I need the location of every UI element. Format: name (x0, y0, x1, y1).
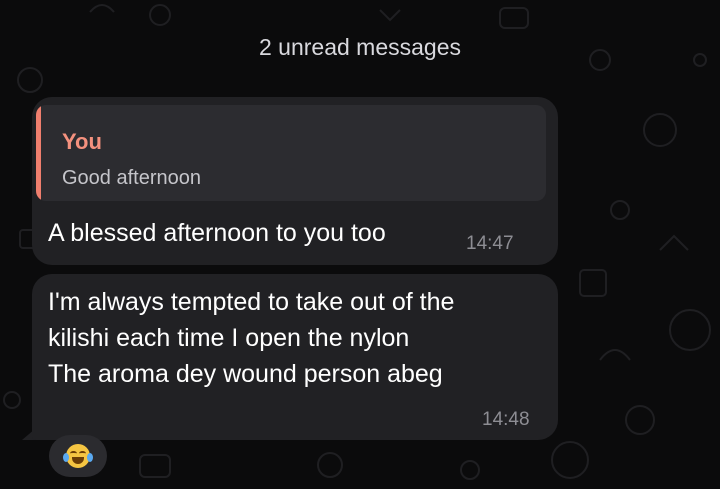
quoted-reply[interactable]: You Good afternoon (36, 105, 546, 201)
face-with-tears-of-joy-icon (63, 444, 93, 468)
quote-accent-bar (36, 105, 41, 201)
message-timestamp: 14:48 (482, 409, 530, 430)
quoted-text: Good afternoon (62, 167, 201, 189)
incoming-message-bubble[interactable]: I'm always tempted to take out of the ki… (32, 274, 558, 440)
message-reaction[interactable] (49, 435, 107, 477)
incoming-message-bubble[interactable]: You Good afternoon A blessed afternoon t… (32, 97, 558, 265)
message-text: A blessed afternoon to you too (48, 219, 386, 247)
quoted-author: You (62, 129, 102, 154)
unread-messages-divider: 2 unread messages (258, 34, 461, 60)
message-text: I'm always tempted to take out of the ki… (48, 288, 455, 388)
message-timestamp: 14:47 (466, 233, 514, 254)
